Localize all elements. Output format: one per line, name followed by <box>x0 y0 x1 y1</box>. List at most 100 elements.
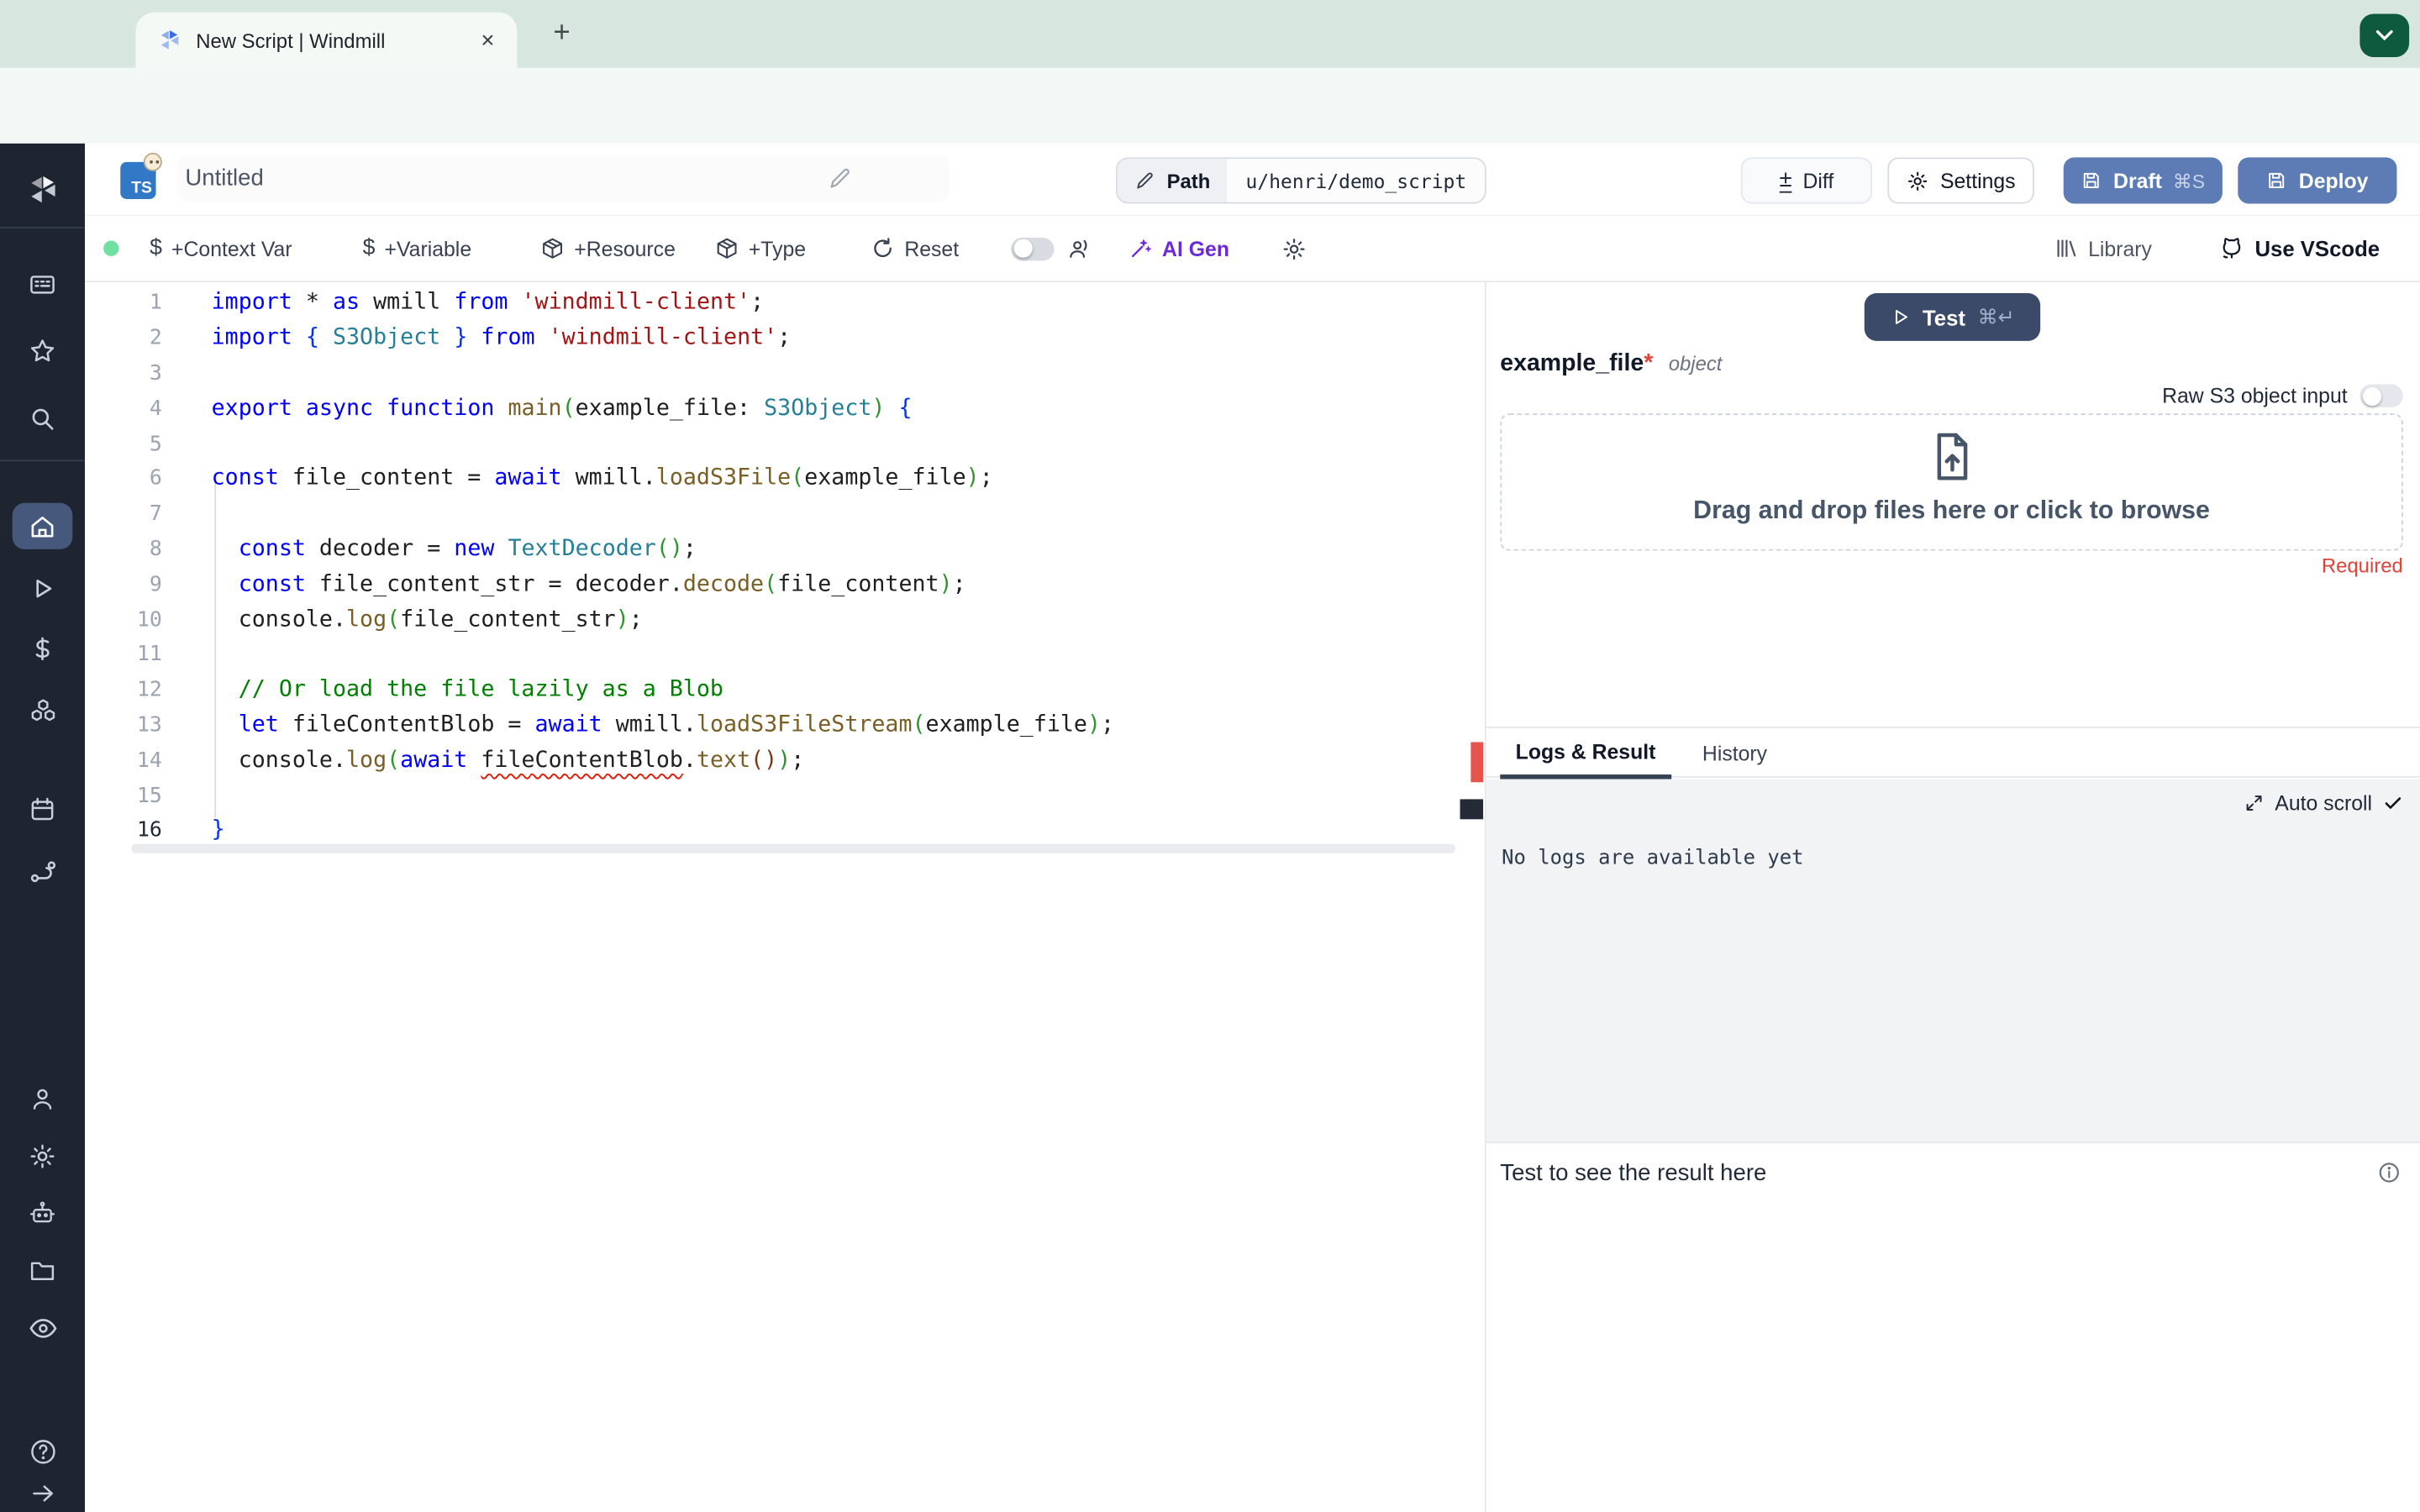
code-line[interactable]: 11 <box>85 638 1485 673</box>
path-value[interactable]: u/henri/demo_script <box>1227 159 1486 202</box>
overview-cursor-marker <box>1460 799 1484 820</box>
code-line[interactable]: 3 <box>85 356 1485 391</box>
draft-shortcut: ⌘S <box>2172 170 2206 192</box>
sidebar-item-home[interactable] <box>0 512 85 542</box>
multiplayer-icon[interactable] <box>1066 216 1092 281</box>
add-resource-label: +Resource <box>574 236 676 260</box>
code-line[interactable]: 4 export async function main(example_file… <box>85 391 1485 426</box>
test-button[interactable]: Test ⌘↵ <box>1864 292 2041 341</box>
use-vscode-label: Use VScode <box>2254 236 2381 261</box>
diff-icon: ± <box>1779 165 1792 192</box>
required-label: Required <box>2321 554 2403 577</box>
code-line[interactable]: 13 let fileContentBlob = await wmill.loa… <box>85 707 1485 743</box>
code-line[interactable]: 16} <box>85 813 1485 848</box>
sidebar-item-variables[interactable] <box>0 634 85 664</box>
sidebar-expand-button[interactable] <box>0 1479 85 1507</box>
code-line[interactable]: 2 import { S3Object } from 'windmill-clie… <box>85 321 1485 356</box>
folder-icon <box>30 1262 55 1280</box>
script-settings-gear-icon[interactable] <box>1281 216 1307 281</box>
screen: New Script | Windmill × + app.windmill.d… <box>0 0 2420 1512</box>
edit-title-pencil-icon[interactable] <box>827 165 853 192</box>
path-label-section[interactable]: Path <box>1117 159 1228 202</box>
sidebar-item-favorites[interactable] <box>0 336 85 365</box>
new-tab-button[interactable]: + <box>544 15 581 52</box>
chevron-down-icon <box>2375 29 2393 41</box>
sidebar-item-help[interactable] <box>0 1436 85 1467</box>
script-header: TS Untitled Path u/henri/demo_script ± D… <box>85 143 2420 217</box>
add-variable-label: +Variable <box>384 236 472 260</box>
diff-mode-toggle[interactable] <box>1011 216 1055 281</box>
ai-gen-button[interactable]: AI Gen <box>1128 216 1229 281</box>
use-vscode-button[interactable]: Use VScode <box>2217 216 2380 281</box>
browser-toolbar: app.windmill.dev/scripts/add#JTdCJTIyaGF… <box>0 67 2420 202</box>
tab-close-icon[interactable]: × <box>474 27 502 53</box>
draft-button[interactable]: Draft ⌘S <box>2063 157 2223 204</box>
ai-gen-label: AI Gen <box>1162 236 1229 260</box>
sidebar-item-settings[interactable] <box>0 1142 85 1171</box>
sidebar-item-users[interactable] <box>0 1084 85 1114</box>
eye-icon <box>29 1319 56 1338</box>
tab-logs-result[interactable]: Logs & Result <box>1500 728 1671 780</box>
deploy-button[interactable]: Deploy <box>2238 157 2397 204</box>
package-icon <box>543 238 562 259</box>
autoscroll-control[interactable]: Auto scroll <box>2244 791 2403 815</box>
play-icon <box>1895 309 1907 324</box>
code-line[interactable]: 8 const decoder = new TextDecoder(); <box>85 532 1485 567</box>
sidebar-item-folders[interactable] <box>0 1256 85 1285</box>
add-variable-button[interactable]: $ +Variable <box>363 216 471 281</box>
calendar-icon <box>31 797 54 821</box>
path-label: Path <box>1166 169 1211 192</box>
sidebar-item-workers[interactable] <box>0 1199 85 1228</box>
tab-history[interactable]: History <box>1687 728 1783 780</box>
diff-label: Diff <box>1802 169 1834 192</box>
code-line[interactable]: 7 <box>85 496 1485 532</box>
add-type-button[interactable]: +Type <box>714 216 806 281</box>
sidebar-item-workspace[interactable] <box>0 270 85 299</box>
info-icon[interactable] <box>2377 1160 2402 1184</box>
code-line[interactable]: 15 <box>85 778 1485 813</box>
windmill-logo-icon[interactable] <box>0 173 85 207</box>
dollar-icon: $ <box>362 236 376 261</box>
sidebar-item-triggers[interactable] <box>0 856 85 887</box>
sidebar-item-resources[interactable] <box>0 696 85 727</box>
diff-button[interactable]: ± Diff <box>1740 157 1872 204</box>
logs-body: Auto scroll No logs are available yet <box>1486 779 2420 1142</box>
library-button[interactable]: Library <box>2054 216 2152 281</box>
tab-search-chevron-button[interactable] <box>2360 13 2410 57</box>
code-line[interactable]: 12 // Or load the file lazily as a Blob <box>85 672 1485 707</box>
browser-tab[interactable]: New Script | Windmill × <box>135 12 518 68</box>
path-pill[interactable]: Path u/henri/demo_script <box>1115 157 1487 204</box>
script-title[interactable]: Untitled <box>185 165 263 192</box>
no-logs-text: No logs are available yet <box>1502 847 1804 870</box>
argument-row: example_file* object <box>1500 350 1722 378</box>
code-editor[interactable]: 1 import * as wmill from 'windmill-client… <box>85 282 1485 1512</box>
add-resource-button[interactable]: +Resource <box>540 216 676 281</box>
argument-type: object <box>1668 351 1723 375</box>
code-line[interactable]: 1 import * as wmill from 'windmill-client… <box>85 286 1485 321</box>
reset-button[interactable]: Reset <box>871 216 959 281</box>
sidebar-item-runs[interactable] <box>0 574 85 603</box>
code-line[interactable]: 5 <box>85 426 1485 461</box>
code-line[interactable]: 10 console.log(file_content_str); <box>85 602 1485 638</box>
code-line[interactable]: 14 console.log(await fileContentBlob.tex… <box>85 743 1485 778</box>
code-line[interactable]: 6 const file_content = await wmill.loadS3… <box>85 461 1485 496</box>
app-sidebar <box>0 143 86 1512</box>
result-section: Test to see the result here <box>1486 1142 2420 1204</box>
save-icon <box>2270 172 2286 188</box>
sidebar-item-audit[interactable] <box>0 1313 85 1344</box>
file-dropzone[interactable]: Drag and drop files here or click to bro… <box>1500 413 2403 551</box>
pencil-icon <box>1137 172 1153 189</box>
route-icon <box>29 861 55 883</box>
tab-title: New Script | Windmill <box>196 28 386 52</box>
editor-hscrollbar[interactable] <box>131 843 1456 853</box>
play-icon <box>36 579 52 598</box>
dollar-icon: $ <box>150 236 163 261</box>
raw-s3-toggle[interactable] <box>2360 384 2403 407</box>
settings-button[interactable]: Settings <box>1887 157 2034 204</box>
draft-label: Draft <box>2113 169 2162 192</box>
sidebar-item-schedules[interactable] <box>0 795 85 824</box>
add-context-var-button[interactable]: $ +Context Var <box>150 216 292 281</box>
code-line[interactable]: 9 const file_content_str = decoder.decod… <box>85 567 1485 602</box>
file-upload-icon <box>1936 433 1967 480</box>
sidebar-item-search[interactable] <box>0 404 85 433</box>
